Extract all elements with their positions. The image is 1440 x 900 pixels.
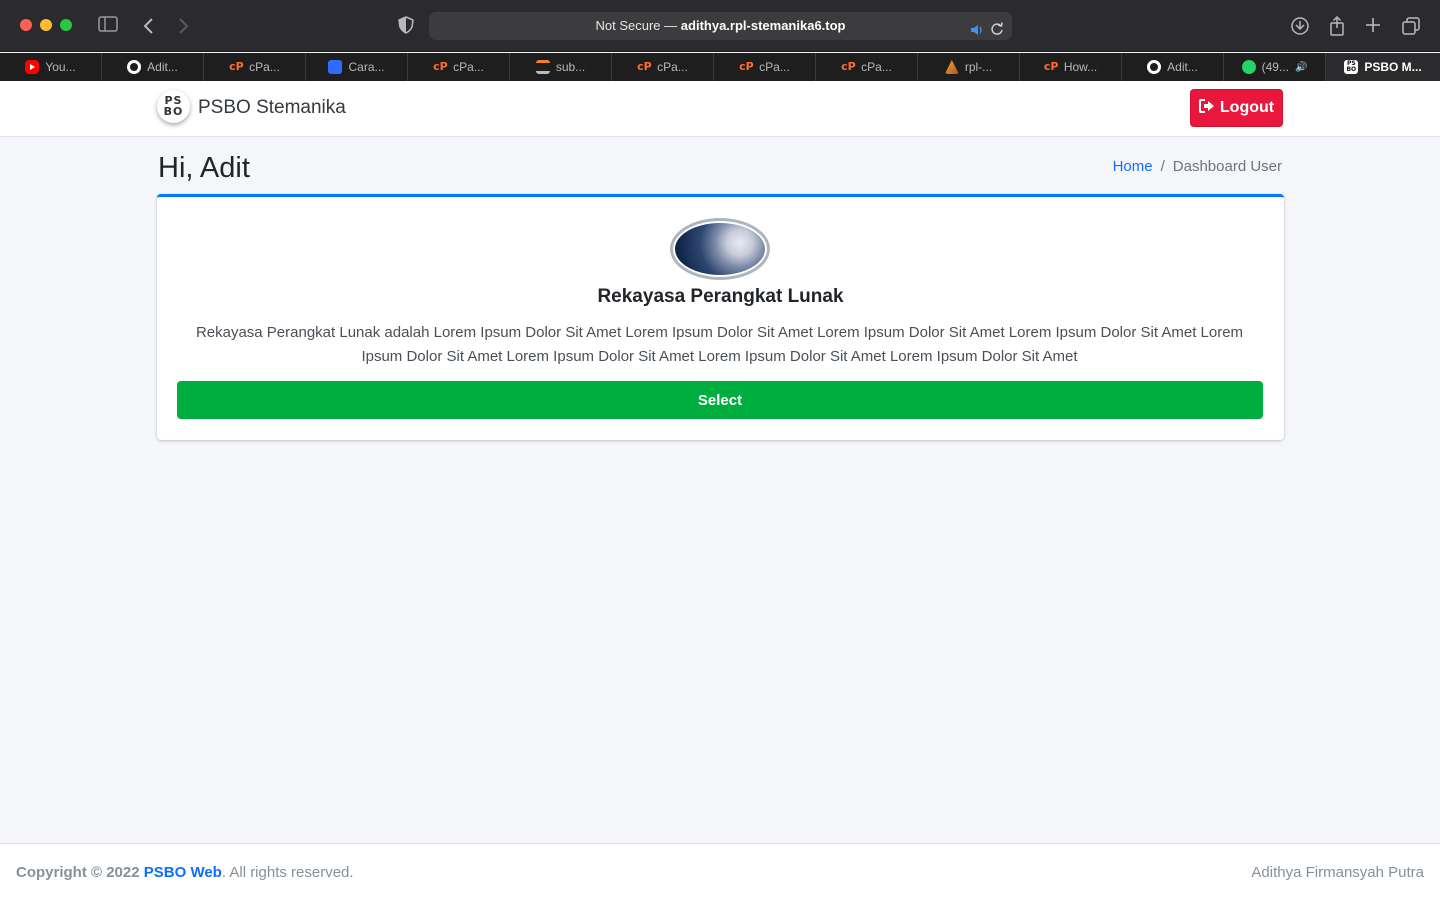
cpanel-icon: cP (841, 60, 856, 73)
cara-icon (328, 60, 343, 74)
browser-tab[interactable]: cP cPa... (816, 53, 918, 81)
tab-label: cPa... (759, 60, 790, 74)
tab-label: sub... (555, 60, 586, 74)
footer-copyright: Copyright © 2022 PSBO Web. All rights re… (16, 864, 354, 881)
cpanel-icon: cP (1043, 60, 1059, 73)
browser-tab[interactable]: cP How... (1020, 53, 1122, 81)
browser-tab[interactable]: rpl-... (918, 53, 1020, 81)
footer-brand-link[interactable]: PSBO Web (144, 864, 222, 881)
browser-tab[interactable]: sub... (510, 53, 612, 81)
tab-label: PSBO M... (1364, 60, 1422, 74)
security-status: Not Secure — (595, 18, 678, 33)
whatsapp-icon (1241, 60, 1256, 74)
footer-author: Adithya Firmansyah Putra (1251, 864, 1424, 881)
browser-toolbar: Not Secure — adithya.rpl-stemanika6.top (0, 0, 1440, 52)
github-icon (127, 60, 142, 74)
fullscreen-window-button[interactable] (60, 19, 72, 31)
select-button[interactable]: Select (177, 381, 1263, 419)
tab-label: Adit... (147, 60, 178, 74)
psbo-icon: PS BO (1344, 60, 1359, 74)
sidebar-toggle-icon[interactable] (96, 14, 120, 38)
browser-tab[interactable]: cP cPa... (612, 53, 714, 81)
page-footer: Copyright © 2022 PSBO Web. All rights re… (0, 843, 1440, 900)
program-card: Rekayasa Perangkat Lunak Rekayasa Perang… (157, 194, 1284, 440)
breadcrumb-home-link[interactable]: Home (1113, 158, 1153, 175)
brand-name[interactable]: PSBO Stemanika (198, 97, 346, 119)
tab-label: Adit... (1167, 60, 1198, 74)
browser-tab-active[interactable]: PS BO PSBO M... (1326, 53, 1440, 81)
rights-text: . All rights reserved. (221, 864, 354, 881)
github-icon (1147, 60, 1162, 74)
stackoverflow-icon (535, 60, 550, 74)
minimize-window-button[interactable] (40, 19, 52, 31)
tab-overview-icon[interactable] (1399, 14, 1423, 38)
app-navbar: PS BO PSBO Stemanika Logout (0, 81, 1440, 137)
breadcrumb: Home / Dashboard User (1113, 158, 1282, 175)
breadcrumb-separator: / (1160, 158, 1165, 175)
share-icon[interactable] (1325, 14, 1349, 38)
browser-tab[interactable]: cP cPa... (714, 53, 816, 81)
tab-label: cPa... (861, 60, 892, 74)
close-window-button[interactable] (20, 19, 32, 31)
logout-button[interactable]: Logout (1190, 89, 1283, 127)
back-icon[interactable] (137, 14, 161, 38)
program-description: Rekayasa Perangkat Lunak adalah Lorem Ip… (195, 324, 1244, 365)
new-tab-icon[interactable] (1361, 14, 1385, 38)
tab-label: How... (1063, 60, 1098, 74)
browser-tab[interactable]: Adit... (102, 53, 204, 81)
cpanel-icon: cP (433, 60, 448, 73)
forward-icon[interactable] (171, 14, 195, 38)
brand-logo[interactable]: PS BO (157, 90, 190, 123)
breadcrumb-current: Dashboard User (1172, 158, 1282, 175)
tab-label: rpl-... (964, 60, 993, 74)
browser-tab[interactable]: You... (0, 53, 102, 81)
address-domain: adithya.rpl-stemanika6.top (680, 18, 846, 33)
browser-tab[interactable]: Adit... (1122, 53, 1224, 81)
address-bar[interactable]: Not Secure — adithya.rpl-stemanika6.top (429, 12, 1012, 40)
tab-label: (49... (1261, 60, 1289, 74)
cpanel-icon: cP (739, 60, 754, 73)
youtube-icon (25, 60, 40, 74)
logout-label: Logout (1219, 99, 1275, 116)
browser-tab[interactable]: cP cPa... (408, 53, 510, 81)
tab-label: cPa... (657, 60, 688, 74)
sound-playing-icon[interactable] (970, 19, 984, 47)
browser-tab[interactable]: Cara... (306, 53, 408, 81)
privacy-shield-icon[interactable] (394, 14, 418, 38)
program-image (670, 218, 770, 280)
rpl-icon (944, 60, 959, 74)
copyright-text: Copyright © 2022 (16, 864, 140, 881)
cpanel-icon: cP (229, 60, 244, 73)
browser-tab-strip: You... Adit... cP cPa... Cara... cP cPa...… (0, 53, 1440, 81)
cpanel-icon: cP (637, 60, 652, 73)
tab-label: You... (45, 60, 76, 74)
sign-out-icon (1198, 98, 1215, 118)
speaker-icon[interactable]: 🔊 (1295, 62, 1307, 73)
tab-label: cPa... (453, 60, 484, 74)
moon-photo (675, 223, 765, 275)
tab-label: cPa... (249, 60, 280, 74)
tab-label: Cara... (348, 60, 385, 74)
downloads-icon[interactable] (1288, 14, 1312, 38)
browser-tab[interactable]: cP cPa... (204, 53, 306, 81)
reload-icon[interactable] (990, 18, 1004, 46)
page-title: Hi, Adit (158, 152, 250, 184)
program-title: Rekayasa Perangkat Lunak (597, 286, 844, 307)
browser-tab[interactable]: (49... 🔊 (1224, 53, 1326, 81)
